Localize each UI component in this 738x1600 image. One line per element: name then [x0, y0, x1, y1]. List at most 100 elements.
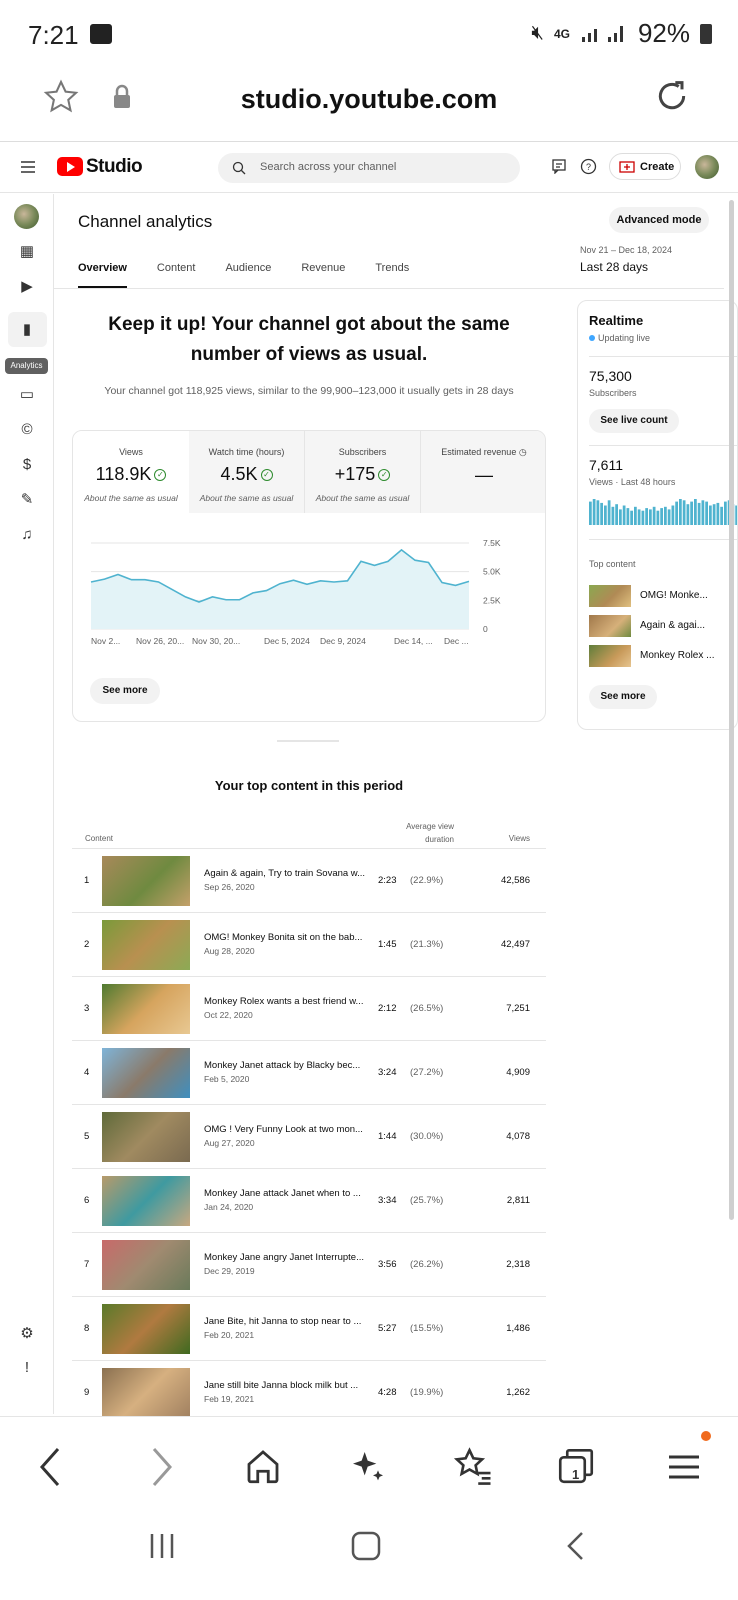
table-row[interactable]: 3 Monkey Rolex wants a best friend w... Oc…: [72, 976, 546, 1040]
video-title[interactable]: Monkey Rolex wants a best friend w...: [204, 996, 369, 1007]
see-more-button[interactable]: See more: [589, 685, 657, 709]
video-thumbnail[interactable]: [102, 1368, 190, 1418]
audio-library-icon[interactable]: ♫: [19, 527, 35, 543]
metric-views[interactable]: Views 118.9K ✓ About the same as usual: [73, 431, 189, 513]
x-tick-label: Nov 2...: [91, 636, 120, 646]
recent-apps-icon[interactable]: [146, 1530, 178, 1562]
table-row[interactable]: 8 Jane Bite, hit Janna to stop near to ..…: [72, 1296, 546, 1360]
video-views: 2,811: [506, 1195, 530, 1206]
see-more-button[interactable]: See more: [90, 678, 160, 704]
views-chart: 0 2.5K 5.0K 7.5K Nov 2... Nov 26, 20... Nov 30…: [90, 538, 501, 646]
menu-icon[interactable]: [664, 1447, 704, 1487]
row-rank: 6: [84, 1195, 90, 1206]
create-video-icon: [619, 161, 635, 173]
video-date: Feb 20, 2021: [204, 1330, 255, 1340]
home-icon[interactable]: [242, 1445, 284, 1487]
video-title[interactable]: Jane Bite, hit Janna to stop near to ...: [204, 1316, 369, 1327]
metric-revenue[interactable]: Estimated revenue ◷ —: [421, 431, 545, 513]
tab-revenue[interactable]: Revenue: [301, 262, 345, 288]
table-row[interactable]: 2 OMG! Monkey Bonita sit on the bab... Aug…: [72, 912, 546, 976]
subtitles-icon[interactable]: ▭: [19, 387, 35, 403]
table-row[interactable]: 5 OMG ! Very Funny Look at two mon... Aug …: [72, 1104, 546, 1168]
video-thumbnail[interactable]: [102, 1304, 190, 1354]
page-scrollbar[interactable]: [729, 200, 734, 1220]
tab-audience[interactable]: Audience: [225, 262, 271, 288]
video-thumbnail[interactable]: [102, 984, 190, 1034]
realtime-bar: [705, 501, 708, 525]
video-thumbnail[interactable]: [102, 1112, 190, 1162]
tab-content[interactable]: Content: [157, 262, 196, 288]
column-header-views: Views: [508, 834, 530, 843]
realtime-subscribers-label: Subscribers: [589, 388, 637, 398]
video-date: Feb 19, 2021: [204, 1394, 255, 1404]
tab-overview[interactable]: Overview: [78, 262, 127, 288]
video-title[interactable]: Jane still bite Janna block milk but ...: [204, 1380, 369, 1391]
insight-headline: Keep it up! Your channel got about the s…: [108, 314, 510, 365]
menu-icon[interactable]: [20, 160, 36, 174]
video-date: Aug 27, 2020: [204, 1138, 255, 1148]
video-title[interactable]: Monkey Jane angry Janet Interrupte...: [204, 1252, 369, 1263]
video-title[interactable]: Monkey Janet attack by Blacky bec...: [204, 1060, 369, 1071]
y-tick-label: 7.5K: [483, 538, 501, 548]
dashboard-icon[interactable]: ▦: [19, 244, 35, 260]
video-title[interactable]: Again & again, Try to train Sovana w...: [204, 868, 369, 879]
video-title[interactable]: Monkey Jane attack Janet when to ...: [204, 1188, 369, 1199]
studio-logo-text[interactable]: Studio: [86, 156, 143, 178]
url-text[interactable]: studio.youtube.com: [0, 84, 738, 115]
analytics-tooltip: Analytics: [5, 358, 48, 374]
advanced-mode-button[interactable]: Advanced mode: [609, 207, 709, 233]
video-thumbnail[interactable]: [102, 1048, 190, 1098]
metric-watch-time[interactable]: Watch time (hours) 4.5K ✓ About the same …: [189, 431, 305, 513]
settings-icon[interactable]: ⚙: [19, 1326, 35, 1342]
video-views: 1,486: [506, 1323, 530, 1334]
realtime-bar: [652, 506, 656, 525]
video-thumbnail: [589, 585, 631, 607]
help-icon[interactable]: ?: [580, 158, 597, 175]
system-back-icon[interactable]: [564, 1530, 588, 1562]
video-thumbnail: [589, 645, 631, 667]
send-feedback-icon[interactable]: !: [19, 1360, 35, 1376]
video-views: 42,586: [500, 875, 530, 886]
avg-view-duration: 1:45: [378, 939, 397, 950]
channel-search-input[interactable]: Search across your channel: [218, 153, 520, 183]
back-icon[interactable]: [36, 1445, 66, 1489]
video-thumbnail[interactable]: [102, 1240, 190, 1290]
table-row[interactable]: 7 Monkey Jane angry Janet Interrupte... De…: [72, 1232, 546, 1296]
table-row[interactable]: 6 Monkey Jane attack Janet when to ... Jan…: [72, 1168, 546, 1232]
account-avatar[interactable]: [695, 155, 719, 179]
feedback-icon[interactable]: [552, 159, 566, 174]
ai-sparkle-icon[interactable]: [348, 1447, 388, 1487]
table-row[interactable]: 4 Monkey Janet attack by Blacky bec... Feb…: [72, 1040, 546, 1104]
reload-icon[interactable]: [652, 76, 692, 116]
realtime-card: Realtime Updating live 75,300 Subscriber…: [577, 300, 738, 730]
see-live-count-button[interactable]: See live count: [589, 409, 679, 433]
metric-subscribers[interactable]: Subscribers +175 ✓ About the same as usua…: [305, 431, 421, 513]
x-tick-label: Nov 26, 20...: [136, 636, 184, 646]
video-views: 7,251: [506, 1003, 530, 1014]
earn-icon[interactable]: $: [19, 457, 35, 473]
video-thumbnail[interactable]: [102, 856, 190, 906]
video-thumbnail[interactable]: [102, 920, 190, 970]
table-row[interactable]: 9 Jane still bite Janna block milk but ..…: [72, 1360, 546, 1424]
channel-avatar[interactable]: [14, 204, 39, 229]
youtube-logo-icon[interactable]: [57, 157, 83, 176]
video-title[interactable]: OMG ! Very Funny Look at two mon...: [204, 1124, 369, 1135]
video-date: Jan 24, 2020: [204, 1202, 254, 1212]
date-range-picker[interactable]: Nov 21 – Dec 18, 2024 Last 28 days: [580, 245, 672, 274]
copyright-icon[interactable]: ©: [19, 422, 35, 438]
content-icon[interactable]: ▶: [19, 279, 35, 295]
realtime-bar: [607, 500, 611, 525]
table-row[interactable]: 1 Again & again, Try to train Sovana w...…: [72, 848, 546, 912]
avg-view-duration: 2:12: [378, 1003, 397, 1014]
system-home-icon[interactable]: [350, 1530, 382, 1562]
create-button[interactable]: Create: [609, 153, 681, 180]
analytics-icon[interactable]: ▮: [19, 322, 35, 338]
tab-trends[interactable]: Trends: [375, 262, 409, 288]
video-title: OMG! Monke...: [640, 590, 708, 601]
video-thumbnail[interactable]: [102, 1176, 190, 1226]
row-rank: 7: [84, 1259, 90, 1270]
video-title[interactable]: OMG! Monkey Bonita sit on the bab...: [204, 932, 369, 943]
bookmarks-icon[interactable]: [452, 1445, 494, 1487]
forward-icon[interactable]: [146, 1445, 176, 1489]
customization-icon[interactable]: ✎: [19, 492, 35, 508]
